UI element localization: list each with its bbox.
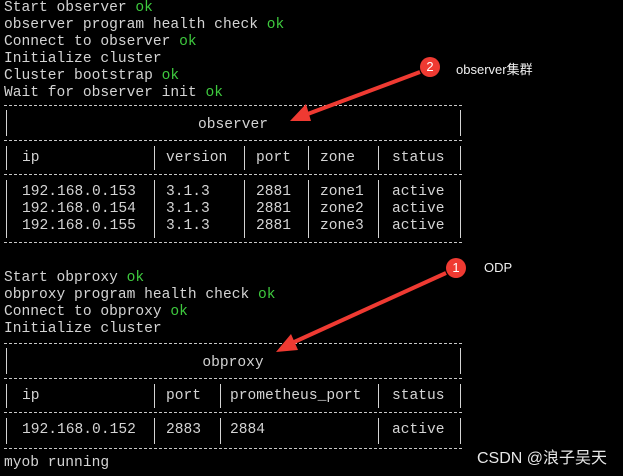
annotation-badge: 2 xyxy=(420,57,440,77)
annotation-badge: 1 xyxy=(446,258,466,278)
arrow-observer xyxy=(290,70,421,121)
watermark: CSDN @浪子吴天 xyxy=(476,450,607,467)
annotation-label: ODP xyxy=(484,260,513,275)
annotation-label: observer集群 xyxy=(456,62,533,77)
arrow-odp xyxy=(276,271,447,352)
